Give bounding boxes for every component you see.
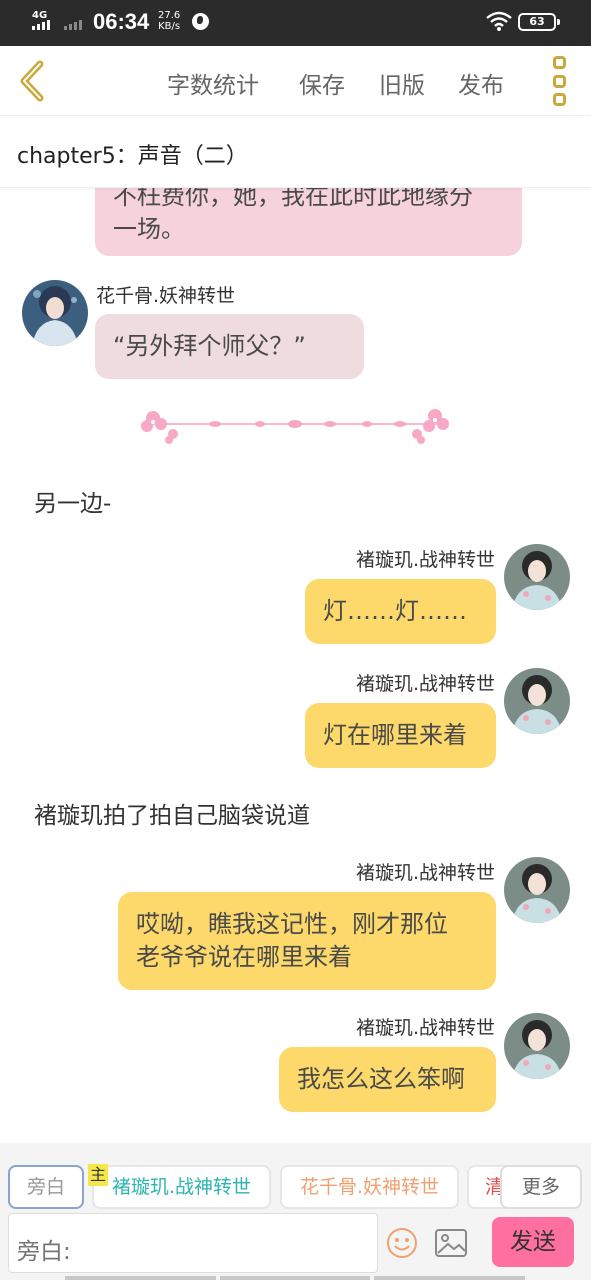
sender-name: 褚璇玑.战神转世 (355, 862, 495, 884)
save-button[interactable]: 保存 (299, 66, 345, 100)
vpn-globe-icon (192, 13, 209, 30)
send-button[interactable]: 发送 (492, 1217, 574, 1267)
message-line: 不枉费你，她，我在此时此地缘分 (113, 188, 473, 210)
speed-unit: KB/s (158, 21, 181, 32)
back-arrow-icon[interactable] (14, 58, 54, 104)
message-line: 我怎么这么笨啊 (297, 1065, 465, 1093)
sender-name: 褚璇玑.战神转世 (355, 673, 495, 695)
composer-bar: 旁白 主 褚璇玑.战神转世 花千骨.妖神转世 清 更多 发送 (0, 1143, 591, 1280)
avatar[interactable] (504, 668, 570, 734)
narration-text[interactable]: 褚璇玑拍了拍自己脑袋说道 (34, 796, 310, 830)
battery-icon: 63 (518, 13, 560, 31)
avatar[interactable] (504, 544, 570, 610)
horizontal-scrollbar[interactable] (65, 1276, 526, 1280)
message-line: 哎呦，瞧我这记性，刚才那位 (136, 910, 448, 938)
image-icon[interactable] (434, 1228, 468, 1258)
speed-value: 27.6 (158, 10, 181, 21)
role-tab-chuxuanji[interactable]: 褚璇玑.战神转世 (92, 1165, 271, 1209)
old-version-button[interactable]: 旧版 (379, 66, 425, 100)
flower-divider-icon (141, 409, 449, 444)
message-bubble[interactable]: 灯在哪里来着 (305, 703, 496, 768)
chapter-title: chapter5：声音（二） (17, 144, 248, 169)
message-bubble[interactable]: 不枉费你，她，我在此时此地缘分 一场。 (95, 188, 522, 256)
word-count-button[interactable]: 字数统计 (167, 66, 259, 100)
role-tab-narration[interactable]: 旁白 (8, 1165, 84, 1209)
publish-button[interactable]: 发布 (458, 66, 504, 100)
emoji-icon[interactable] (386, 1227, 418, 1259)
message-bubble[interactable]: 哎呦，瞧我这记性，刚才那位 老爷爷说在哪里来着 (118, 892, 496, 990)
signal-icon (32, 20, 50, 30)
chat-area[interactable]: 不枉费你，她，我在此时此地缘分 一场。 花千骨.妖神转世 “另外拜个师父？” 另… (0, 188, 591, 1143)
message-line: 一场。 (113, 215, 185, 243)
avatar[interactable] (22, 280, 88, 346)
role-tab-huaqiangu[interactable]: 花千骨.妖神转世 (280, 1165, 459, 1209)
message-bubble[interactable]: 我怎么这么笨啊 (279, 1047, 496, 1112)
more-options-icon[interactable] (548, 56, 570, 106)
narration-text[interactable]: 另一边- (34, 484, 111, 518)
signal-sim2-icon (64, 20, 82, 30)
more-roles-button[interactable]: 更多 (500, 1165, 582, 1209)
avatar[interactable] (504, 1013, 570, 1079)
message-line: 老爷爷说在哪里来着 (136, 943, 352, 971)
status-bar: 4G 06:34 27.6 KB/s 63 (0, 0, 591, 46)
chapter-header: chapter5：声音（二） (0, 116, 591, 188)
message-line: 灯在哪里来着 (323, 721, 467, 749)
top-nav: 字数统计 保存 旧版 发布 (0, 46, 591, 116)
message-input[interactable] (8, 1213, 378, 1273)
main-role-badge: 主 (88, 1164, 108, 1186)
sender-name: 褚璇玑.战神转世 (355, 549, 495, 571)
avatar[interactable] (504, 857, 570, 923)
clock: 06:34 (93, 9, 150, 34)
message-line: 灯……灯…… (323, 597, 467, 625)
message-line: “另外拜个师父？” (113, 332, 306, 360)
network-speed: 27.6 KB/s (158, 10, 180, 32)
wifi-icon (486, 11, 512, 31)
message-bubble[interactable]: 灯……灯…… (305, 579, 496, 644)
sender-name: 花千骨.妖神转世 (96, 285, 236, 307)
sender-name: 褚璇玑.战神转世 (355, 1017, 495, 1039)
message-bubble[interactable]: “另外拜个师父？” (95, 314, 364, 379)
